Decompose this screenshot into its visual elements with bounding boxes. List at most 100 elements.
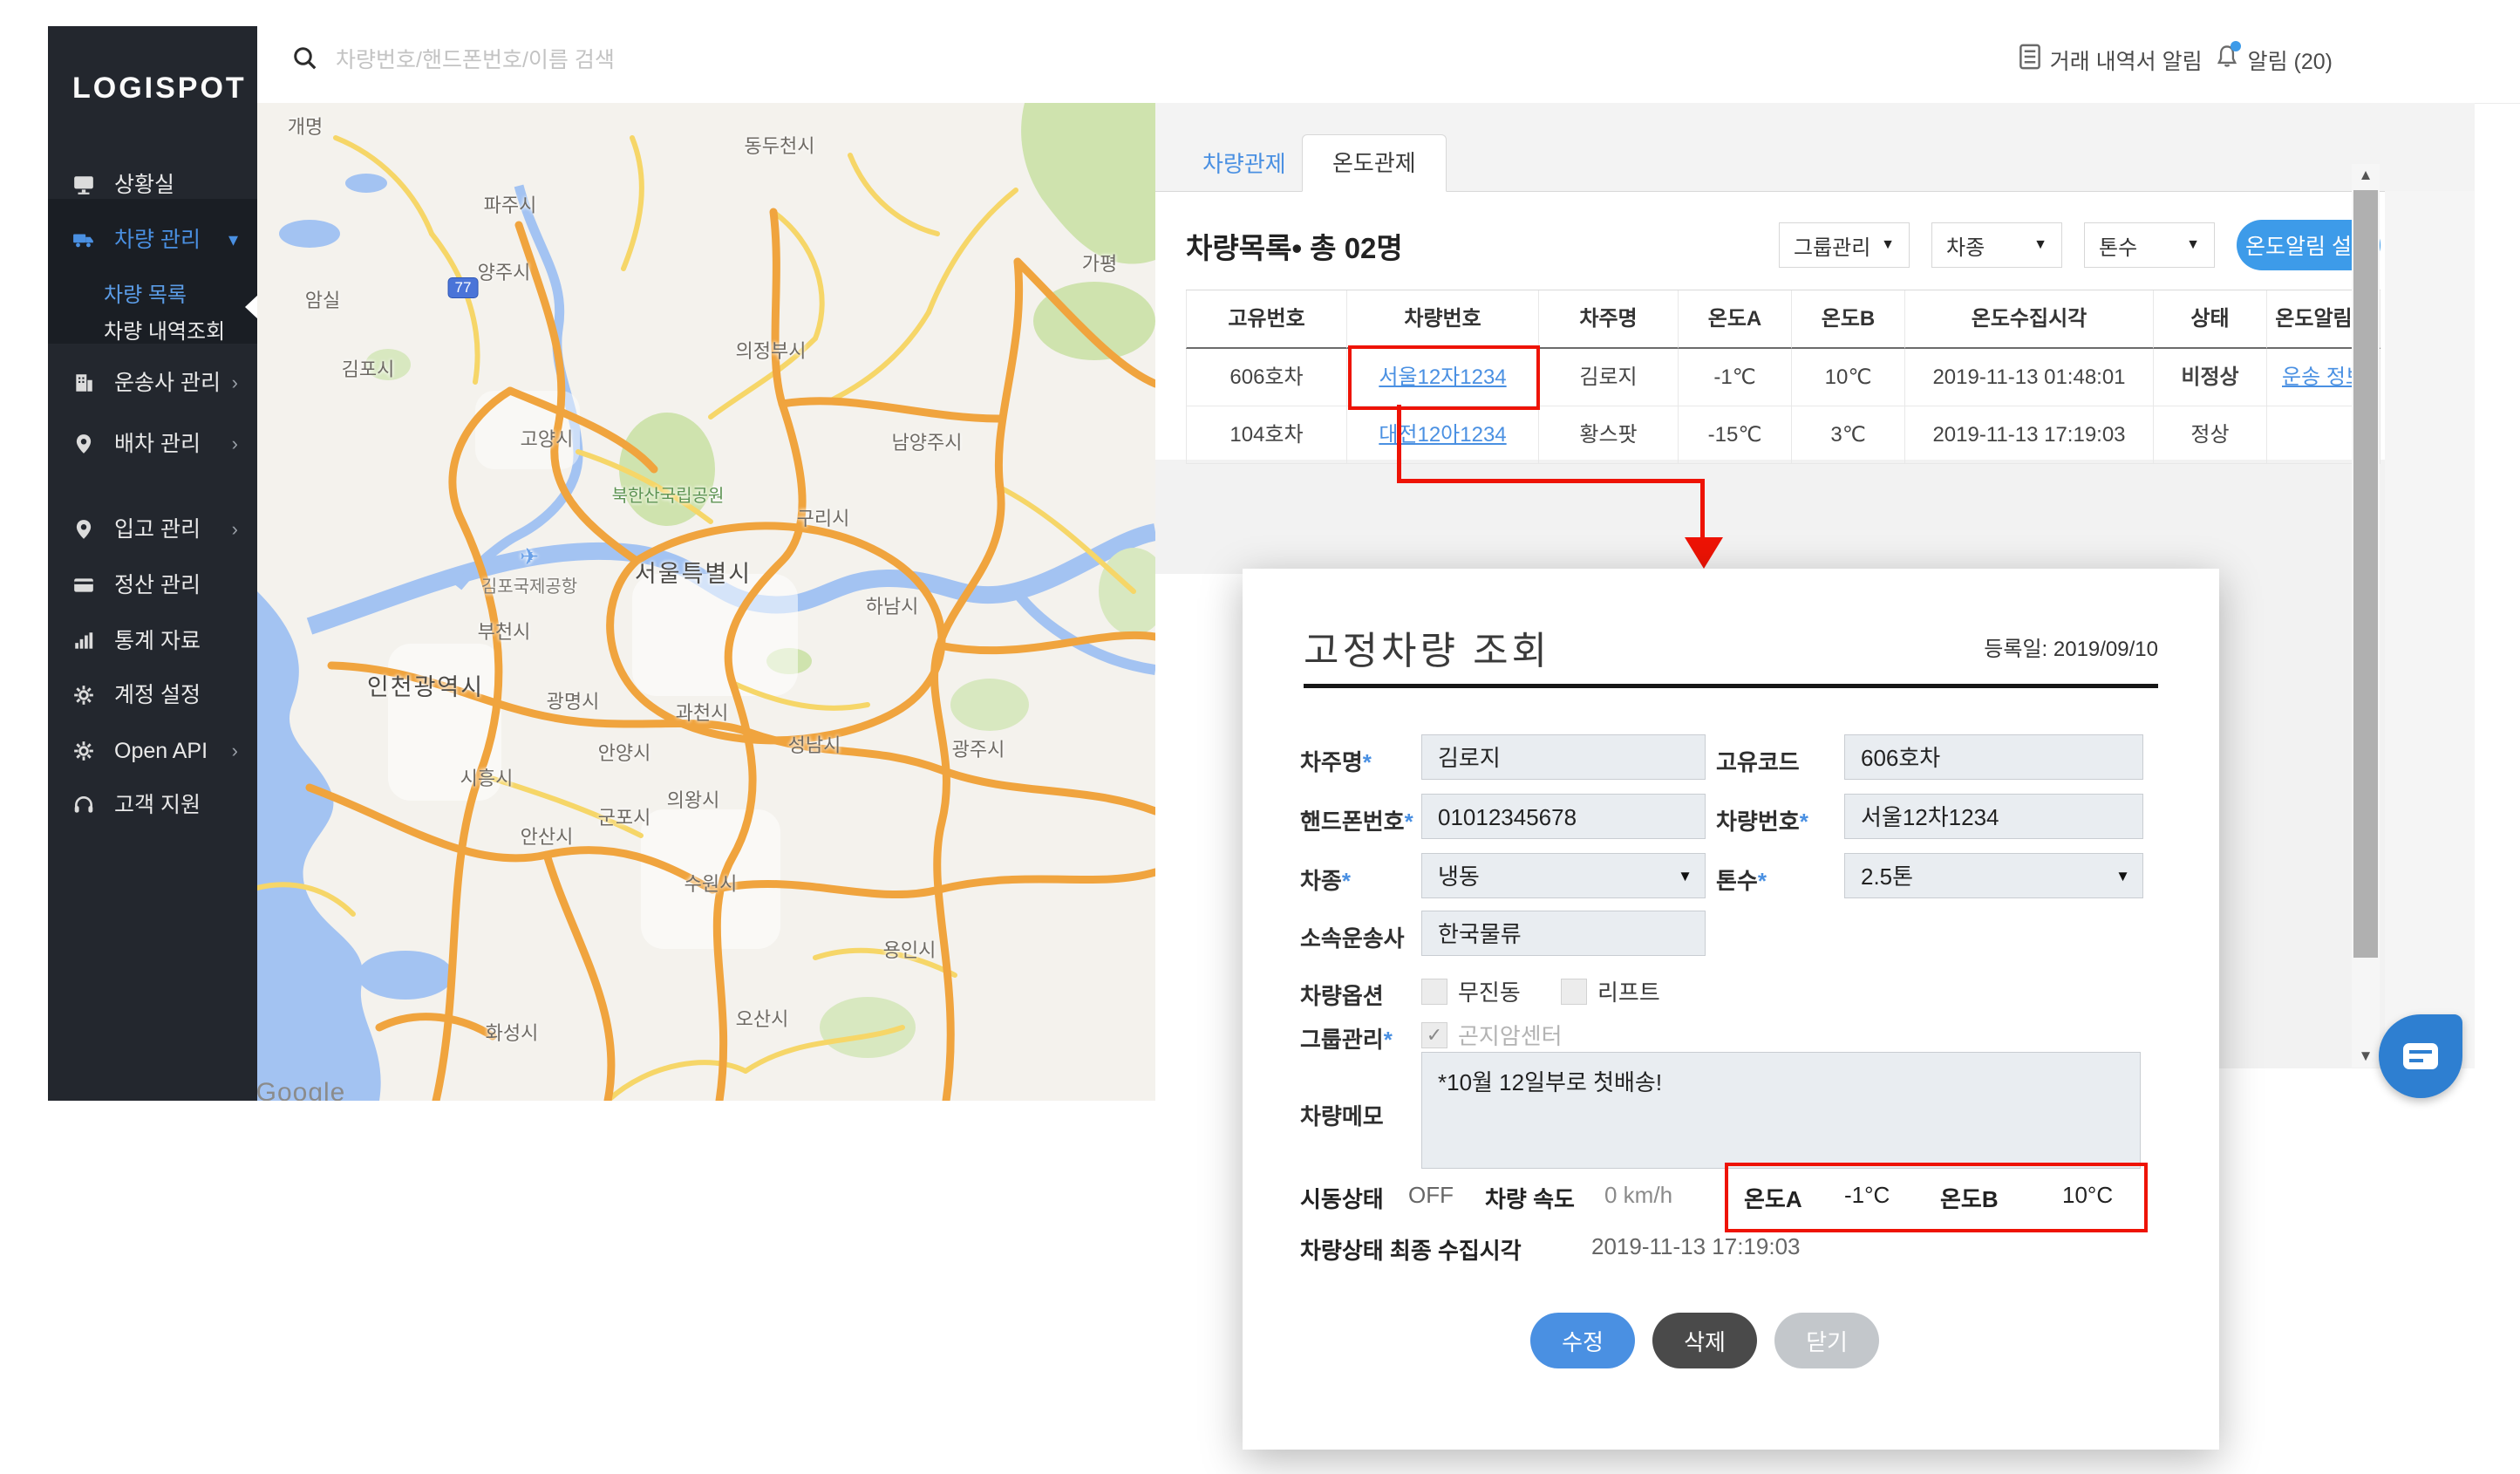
transaction-alert-button[interactable]: 거래 내역서 알림 xyxy=(2019,44,2203,76)
map-city-label: 용인시 xyxy=(883,935,936,963)
scrollbar-thumb[interactable] xyxy=(2353,190,2378,958)
modal-registered-date: 등록일: 2019/09/10 xyxy=(1984,631,2158,662)
table-row: 104호차대전12아1234황스팟-15℃3℃2019-11-13 17:19:… xyxy=(1186,406,2380,464)
sidebar-item-고객-지원[interactable]: 고객 지원 xyxy=(48,790,257,820)
alarm-count-label: 알림 (20) xyxy=(2248,44,2333,76)
chart-icon xyxy=(72,630,95,652)
tonnage-select[interactable]: 2.5톤▼ xyxy=(1844,853,2143,898)
table-header-cell: 상태 xyxy=(2154,290,2267,349)
sidebar-item-label: 차량 내역조회 xyxy=(104,317,225,347)
filter-select-톤수[interactable]: 톤수▼ xyxy=(2084,222,2215,268)
delete-button[interactable]: 삭제 xyxy=(1652,1313,1757,1368)
cell-tempA: -1℃ xyxy=(1679,349,1792,406)
bell-icon xyxy=(2215,44,2239,76)
map-city-label: 의정부시 xyxy=(736,336,807,364)
chevron-down-icon: ▼ xyxy=(2115,854,2130,899)
sidebar-item-배차-관리[interactable]: 배차 관리› xyxy=(48,429,257,459)
vehicle-no-field[interactable]: 서울12차1234 xyxy=(1844,794,2143,839)
vehicle-memo-textarea[interactable]: *10월 12일부로 첫배송! xyxy=(1421,1052,2141,1169)
ignition-label: 시동상태 xyxy=(1300,1182,1384,1214)
sidebar-item-정산-관리[interactable]: 정산 관리 xyxy=(48,570,257,600)
scrollbar-up-arrow[interactable]: ▲ xyxy=(2352,164,2380,187)
option-lift-checkbox[interactable]: 리프트 xyxy=(1561,975,1660,1007)
cell-uid: 606호차 xyxy=(1186,349,1347,406)
map-city-label: 가평 xyxy=(1082,249,1117,276)
pin-icon xyxy=(72,433,95,455)
sidebar-item-계정-설정[interactable]: 계정 설정 xyxy=(48,680,257,710)
sidebar-item-차량-내역조회[interactable]: 차량 내역조회 xyxy=(48,317,257,347)
tempA-label: 온도A xyxy=(1744,1182,1802,1214)
unique-code-field[interactable]: 606호차 xyxy=(1844,734,2143,780)
option-no-vibration-checkbox[interactable]: 무진동 xyxy=(1421,975,1521,1007)
filter-select-차종[interactable]: 차종▼ xyxy=(1931,222,2062,268)
vehicle-type-select[interactable]: 냉동▼ xyxy=(1421,853,1706,898)
checkbox-icon xyxy=(1421,979,1447,1005)
cell-owner: 김로지 xyxy=(1539,349,1679,406)
chevron-right-icon: › xyxy=(232,368,238,398)
chevron-down-icon: ▾ xyxy=(228,225,238,255)
filter-label: 톤수 xyxy=(2099,230,2137,261)
search-input[interactable] xyxy=(334,47,861,74)
vehicle-number-link[interactable]: 서울12자1234 xyxy=(1347,349,1539,406)
sidebar-item-통계-자료[interactable]: 통계 자료 xyxy=(48,626,257,656)
table-header-cell: 온도A xyxy=(1679,290,1792,349)
table-header-cell: 차량번호 xyxy=(1347,290,1539,349)
chevron-right-icon: › xyxy=(232,429,238,459)
ignition-value: OFF xyxy=(1408,1182,1454,1209)
map-city-label: 고양시 xyxy=(521,424,574,452)
unique-code-label: 고유코드 xyxy=(1716,745,1800,777)
filter-select-그룹관리[interactable]: 그룹관리▼ xyxy=(1779,222,1910,268)
close-button[interactable]: 닫기 xyxy=(1774,1313,1879,1368)
sidebar-item-Open-API[interactable]: Open API› xyxy=(48,736,257,766)
map-city-label: 파주시 xyxy=(484,190,537,218)
cell-tempB: 3℃ xyxy=(1792,406,1905,464)
status-badge: 비정상 xyxy=(2154,349,2267,406)
chevron-right-icon: › xyxy=(232,515,238,544)
chat-bubble-icon xyxy=(2403,1043,2438,1069)
vehicle-options-label: 차량옵션 xyxy=(1300,979,1384,1011)
sidebar-item-운송사-관리[interactable]: 운송사 관리› xyxy=(48,368,257,398)
owner-name-field[interactable]: 김로지 xyxy=(1421,734,1706,780)
owner-name-label: 차주명* xyxy=(1300,745,1372,777)
vehicle-number-link[interactable]: 대전12아1234 xyxy=(1347,406,1539,464)
filter-label: 차종 xyxy=(1946,230,1985,261)
tempA-value: -1°C xyxy=(1844,1182,1890,1209)
phone-field[interactable]: 01012345678 xyxy=(1421,794,1706,839)
map-city-label: 남양주시 xyxy=(892,427,963,455)
airport-icon: ✈ xyxy=(520,543,539,570)
carrier-field[interactable]: 한국물류 xyxy=(1421,911,1706,956)
tab-bar: 차량관제 온도관제 xyxy=(1155,103,2475,192)
last-collected-value: 2019-11-13 17:19:03 xyxy=(1591,1233,1801,1260)
map-city-label: 안산시 xyxy=(521,822,574,850)
fixed-vehicle-modal: 고정차량 조회 등록일: 2019/09/10 차주명* 김로지 고유코드 60… xyxy=(1243,569,2219,1450)
scrollbar-down-arrow[interactable]: ▼ xyxy=(2352,1045,2380,1068)
monitor-icon xyxy=(72,174,95,196)
map-city-label: 구리시 xyxy=(797,503,850,531)
tempB-label: 온도B xyxy=(1940,1182,1999,1214)
modal-title-rule xyxy=(1304,684,2158,688)
vehicle-no-label: 차량번호* xyxy=(1716,804,1808,836)
map-city-label: 수원시 xyxy=(684,869,738,897)
panel-scrollbar[interactable]: ▲ ▼ xyxy=(2352,164,2380,1068)
alarm-button[interactable]: 알림 (20) xyxy=(2215,44,2333,76)
map-city-label: 부천시 xyxy=(478,617,531,645)
sidebar-item-차량-목록[interactable]: 차량 목록 xyxy=(48,281,257,310)
sidebar-item-label: 차량 관리 xyxy=(114,225,201,255)
group-gonjiam-checkbox[interactable]: ✓ 곤지암센터 xyxy=(1421,1019,1563,1051)
map-city-label: 인천광역시 xyxy=(367,668,484,702)
table-header-cell: 차주명 xyxy=(1539,290,1679,349)
map-city-label: 양주시 xyxy=(478,257,531,285)
table-row: 606호차서울12자1234김로지-1℃10℃2019-11-13 01:48:… xyxy=(1186,349,2380,406)
chevron-down-icon: ▼ xyxy=(1678,854,1692,899)
tab-vehicle-control[interactable]: 차량관제 xyxy=(1173,136,1316,192)
sidebar-item-차량-관리[interactable]: 차량 관리 ▾ xyxy=(48,225,257,255)
map-city-label: 시흥시 xyxy=(460,763,514,791)
chat-launcher-button[interactable] xyxy=(2379,1014,2462,1098)
tab-temperature-control[interactable]: 온도관제 xyxy=(1302,134,1447,192)
edit-button[interactable]: 수정 xyxy=(1530,1313,1635,1368)
sidebar-item-상황실[interactable]: 상황실 xyxy=(48,170,257,200)
map-city-label: 개명 xyxy=(288,112,323,140)
sidebar-item-입고-관리[interactable]: 입고 관리› xyxy=(48,515,257,544)
map[interactable]: 개명동두천시파주시양주시가평암실77김포시의정부시고양시남양주시북한산국립공원구… xyxy=(257,103,1155,1101)
map-city-label: 동두천시 xyxy=(745,131,815,159)
